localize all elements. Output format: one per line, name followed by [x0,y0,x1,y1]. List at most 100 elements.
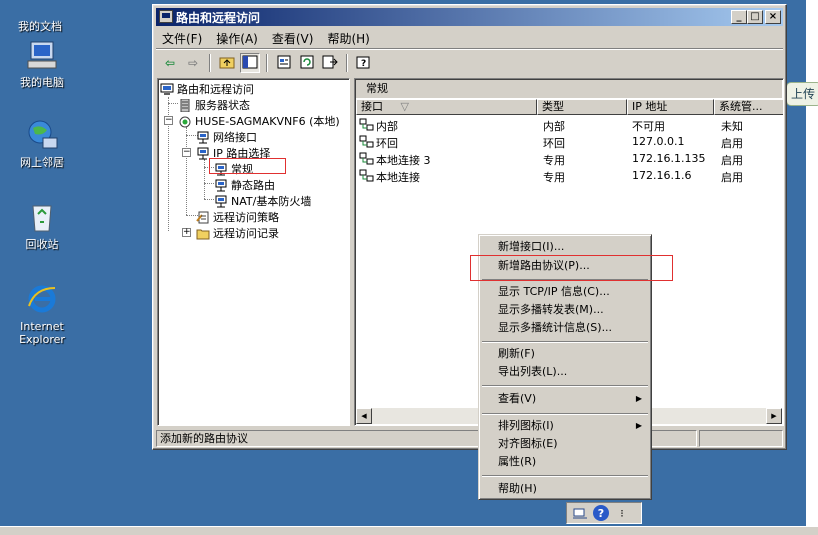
tree-connector [168,119,169,231]
nat-firewall-icon [214,195,228,208]
properties-icon [276,55,292,72]
tree-label: 服务器状态 [195,99,250,112]
tree-item-remote-access-policy[interactable]: 远程访问策略 [196,209,279,225]
menu-item-help[interactable]: 帮助(H) [482,480,648,497]
status-text: 添加新的路由协议 [156,430,481,447]
internet-explorer-icon [25,282,59,316]
desktop-icon-my-documents[interactable]: 我的文档 [4,0,76,33]
tree-label: 路由和远程访问 [177,83,254,96]
help-circle-icon[interactable]: ? [593,505,609,521]
network-connection-icon[interactable] [571,505,589,521]
table-row[interactable]: 本地连接 专用 172.16.1.6 启用 [357,168,781,185]
show-hide-tree-icon [242,55,258,72]
menu-item-show-tcpip-info[interactable]: 显示 TCP/IP 信息(C)... [482,283,648,300]
network-adapter-icon [359,118,374,132]
forward-arrow-icon: ⇨ [187,56,199,70]
maximize-button[interactable]: □ [747,10,763,24]
column-header-ip-address[interactable]: IP 地址 [627,99,714,115]
mmc-app-icon [159,10,173,23]
console-tree-pane[interactable]: 路由和远程访问 服务器状态 − HUSE-SAGMAKVNF6 (本地) 网络接… [157,78,350,426]
desktop-icon-my-computer[interactable]: 我的电脑 [6,38,78,89]
tree-item-server-local[interactable]: HUSE-SAGMAKVNF6 (本地) [178,113,340,129]
minimize-button[interactable]: _ [731,10,747,24]
desktop-icon-internet-explorer[interactable]: Internet Explorer [6,282,78,346]
help-button[interactable]: ? [354,53,374,73]
desktop-icon-label: 我的电脑 [20,76,64,89]
menu-action[interactable]: 操作(A) [216,30,258,47]
back-button[interactable]: ⇦ [160,53,180,73]
desktop-icon-label: 回收站 [25,238,59,251]
server-online-icon [178,115,192,128]
more-options-icon[interactable]: ⁝ [613,505,631,521]
upload-tab[interactable]: 上传 [786,82,818,106]
column-header-admin-status[interactable]: 系统管... [714,99,783,115]
toolbar-separator [209,54,211,72]
toolbar-separator [266,54,268,72]
policy-icon [196,211,210,224]
table-row[interactable]: 环回 环回 127.0.0.1 启用 [357,134,781,151]
menu-item-new-interface[interactable]: 新增接口(I)... [482,238,648,255]
tree-label: NAT/基本防火墙 [231,195,312,208]
show-hide-console-tree-button[interactable] [240,53,260,73]
column-header-type[interactable]: 类型 [537,99,627,115]
tree-label: 静态路由 [231,179,275,192]
static-routes-icon [214,179,228,192]
submenu-arrow-icon: ▶ [635,421,642,430]
up-one-level-button[interactable] [217,53,237,73]
menu-help[interactable]: 帮助(H) [327,30,369,47]
tree-item-nat-firewall[interactable]: NAT/基本防火墙 [214,193,311,209]
folder-icon [196,227,210,240]
folder-icon [23,0,57,16]
table-row[interactable]: 本地连接 3 专用 172.16.1.135 启用 [357,151,781,168]
column-header-interface[interactable]: 接口 ▽ [356,99,537,115]
refresh-button[interactable] [297,53,317,73]
help-icon: ? [356,55,372,72]
tree-item-server-status[interactable]: 服务器状态 [178,97,250,113]
taskbar [0,526,818,535]
svg-text:?: ? [361,59,366,69]
tree-item-network-interfaces[interactable]: 网络接口 [196,129,257,145]
menu-item-export-list[interactable]: 导出列表(L)... [482,363,648,380]
toolbar-separator [346,54,348,72]
scroll-left-button[interactable]: ◀ [356,408,372,424]
details-pane-title: 常规 [356,80,782,98]
scroll-right-button[interactable]: ▶ [766,408,782,424]
tree-expander[interactable]: − [182,148,191,157]
network-adapter-icon [359,152,374,166]
table-row[interactable]: 内部 内部 不可用 未知 [357,117,781,134]
menu-separator [482,341,648,343]
menu-item-line-up-icons[interactable]: 对齐图标(E) [482,435,648,452]
tree-expander[interactable]: + [182,228,191,237]
new-routing-protocol-highlight [470,255,673,281]
routing-remote-access-window: 路由和远程访问 _ □ × 文件(F) 操作(A) 查看(V) 帮助(H) ⇦ … [152,4,787,450]
menu-item-show-multicast-stats[interactable]: 显示多播统计信息(S)... [482,319,648,336]
back-arrow-icon: ⇦ [164,56,176,70]
tree-label: 网络接口 [213,131,257,144]
close-button[interactable]: × [765,10,781,24]
tree-connector [168,103,178,104]
up-folder-icon [219,55,235,72]
refresh-icon [299,55,315,72]
tree-item-static-routes[interactable]: 静态路由 [214,177,275,193]
menu-item-view[interactable]: 查看(V) ▶ [482,390,648,407]
menu-item-properties[interactable]: 属性(R) [482,453,648,470]
forward-button[interactable]: ⇨ [183,53,203,73]
menu-view[interactable]: 查看(V) [272,30,314,47]
tree-item-routing-remote-access[interactable]: 路由和远程访问 [160,81,254,97]
desktop-icon-network-places[interactable]: 网上邻居 [6,118,78,169]
computer-icon [25,38,59,72]
menu-item-refresh[interactable]: 刷新(F) [482,345,648,362]
menu-item-arrange-icons[interactable]: 排列图标(I) ▶ [482,417,648,434]
sort-indicator-icon: ▽ [400,100,409,113]
properties-button[interactable] [274,53,294,73]
tree-expander[interactable]: − [164,116,173,125]
menu-item-show-multicast-forwarding[interactable]: 显示多播转发表(M)... [482,301,648,318]
recycle-bin-icon [25,200,59,234]
tree-connector [204,199,214,200]
desktop-icon-label: 我的文档 [18,20,62,33]
desktop-icon-recycle-bin[interactable]: 回收站 [6,200,78,251]
tree-item-remote-access-logging[interactable]: 远程访问记录 [196,225,279,241]
export-list-button[interactable] [320,53,340,73]
menu-file[interactable]: 文件(F) [162,30,202,47]
window-titlebar[interactable]: 路由和远程访问 _ □ × [156,8,783,26]
